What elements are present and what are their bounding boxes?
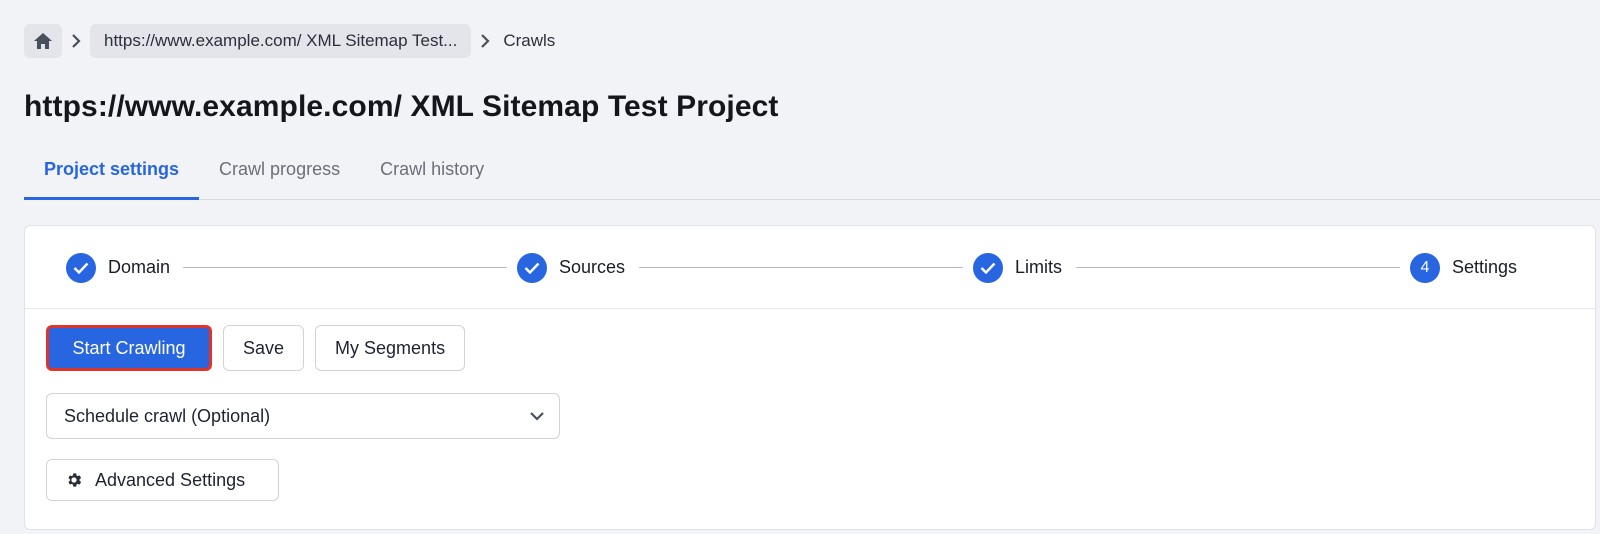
check-icon (973, 252, 1003, 283)
schedule-crawl-select[interactable]: Schedule crawl (Optional) (46, 393, 560, 439)
page-title: https://www.example.com/ XML Sitemap Tes… (24, 90, 779, 123)
step-sources[interactable]: Sources (517, 226, 625, 309)
crawl-settings-card: Domain Sources Limits 4 Settings Start C… (24, 225, 1596, 530)
tab-bar: Project settings Crawl progress Crawl hi… (24, 140, 1600, 200)
step-connector (639, 267, 963, 268)
start-crawling-button[interactable]: Start Crawling (46, 325, 212, 371)
breadcrumb-project-link[interactable]: https://www.example.com/ XML Sitemap Tes… (90, 24, 472, 58)
check-icon (66, 252, 96, 283)
home-icon (34, 33, 52, 49)
tab-crawl-progress[interactable]: Crawl progress (199, 140, 360, 199)
chevron-right-icon (471, 24, 499, 58)
check-icon (517, 252, 547, 283)
chevron-down-icon (530, 412, 544, 421)
step-label: Settings (1452, 257, 1518, 277)
step-label: Limits (1015, 257, 1063, 277)
step-connector (1076, 267, 1400, 268)
home-button[interactable] (24, 24, 62, 58)
gear-icon (65, 471, 83, 489)
advanced-settings-label: Advanced Settings (95, 469, 246, 490)
breadcrumb: https://www.example.com/ XML Sitemap Tes… (24, 24, 555, 58)
chevron-right-icon (62, 24, 90, 58)
advanced-settings-button[interactable]: Advanced Settings (46, 459, 279, 501)
step-limits[interactable]: Limits (973, 226, 1062, 309)
tab-crawl-history[interactable]: Crawl history (360, 140, 504, 199)
schedule-crawl-value: Schedule crawl (Optional) (64, 405, 271, 426)
tab-project-settings[interactable]: Project settings (24, 140, 200, 200)
step-number: 4 (1410, 252, 1440, 283)
stepper: Domain Sources Limits 4 Settings (25, 226, 1595, 309)
my-segments-button[interactable]: My Segments (315, 325, 466, 371)
step-settings[interactable]: 4 Settings (1410, 226, 1517, 309)
action-bar: Start Crawling Save My Segments (46, 325, 476, 371)
save-button[interactable]: Save (223, 325, 305, 371)
step-label: Domain (108, 257, 171, 277)
step-domain[interactable]: Domain (66, 226, 170, 309)
step-label: Sources (559, 257, 626, 277)
breadcrumb-current: Crawls (503, 31, 556, 50)
step-connector (183, 267, 507, 268)
